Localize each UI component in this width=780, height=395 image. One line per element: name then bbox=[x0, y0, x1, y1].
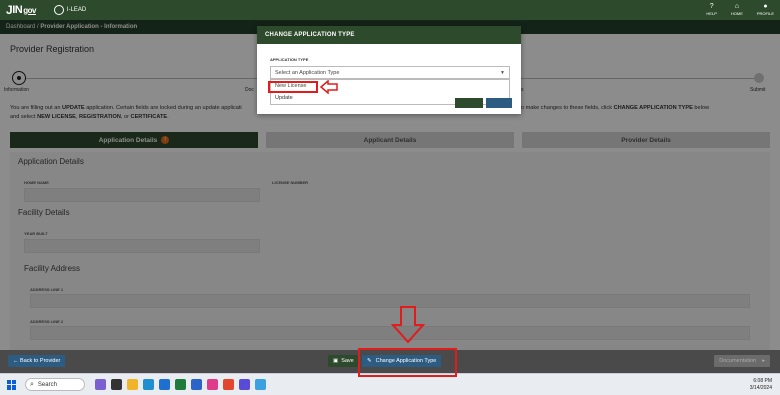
profile-label: PROFILE bbox=[756, 11, 774, 16]
save-icon: ▣ bbox=[333, 358, 339, 364]
logo-text: IN bbox=[12, 4, 23, 16]
profile-button[interactable]: ● PROFILE bbox=[757, 2, 774, 16]
modal-confirm-button[interactable] bbox=[455, 98, 483, 108]
task-view-icon[interactable] bbox=[111, 379, 122, 390]
select-placeholder: Select an Application Type bbox=[275, 69, 340, 76]
widgets-app-icon[interactable] bbox=[95, 379, 106, 390]
help-icon: ? bbox=[709, 3, 714, 10]
help-button[interactable]: ? HELP bbox=[706, 2, 716, 16]
home-label: HOME bbox=[730, 11, 743, 16]
profile-icon: ● bbox=[763, 3, 768, 10]
top-header: J IN gov I-LEAD ? HELP ⌂ HOME ● PROFILE bbox=[0, 0, 780, 20]
arrow-left-icon bbox=[320, 80, 338, 94]
ilead-brand[interactable]: I-LEAD bbox=[53, 5, 87, 15]
help-label: HELP bbox=[706, 11, 717, 16]
seal-icon bbox=[53, 5, 64, 15]
logo-gov: gov bbox=[23, 5, 36, 15]
teams-icon[interactable] bbox=[207, 379, 218, 390]
home-button[interactable]: ⌂ HOME bbox=[731, 2, 743, 16]
arrow-down-icon bbox=[391, 306, 425, 344]
highlight-new-license bbox=[268, 81, 318, 93]
chevron-down-icon: ▼ bbox=[500, 70, 505, 76]
save-label: Save bbox=[341, 358, 354, 364]
file-explorer-icon[interactable] bbox=[127, 379, 138, 390]
windows-start-icon[interactable] bbox=[7, 379, 17, 390]
search-icon: ⌕ bbox=[30, 380, 34, 388]
edge-browser-icon[interactable] bbox=[143, 379, 154, 390]
outlook-icon[interactable] bbox=[159, 379, 170, 390]
modal-cancel-button[interactable] bbox=[486, 98, 512, 108]
system-clock[interactable]: 6:08 PM 3/14/2024 bbox=[750, 378, 772, 392]
taskbar-apps bbox=[95, 379, 266, 390]
application-type-select[interactable]: Select an Application Type ▼ bbox=[270, 66, 510, 79]
save-button[interactable]: ▣ Save bbox=[328, 355, 359, 367]
app-icon[interactable] bbox=[239, 379, 250, 390]
snipping-tool-icon[interactable] bbox=[255, 379, 266, 390]
application-type-label: APPLICATION TYPE bbox=[270, 57, 309, 62]
chrome-icon[interactable] bbox=[223, 379, 234, 390]
app-name: I-LEAD bbox=[66, 7, 87, 13]
highlight-change-application-type bbox=[358, 348, 457, 377]
home-icon: ⌂ bbox=[734, 3, 739, 10]
back-to-provider-button[interactable]: ← Back to Provider bbox=[8, 355, 66, 367]
chevron-right-icon: ▸ bbox=[762, 358, 765, 364]
ingov-logo[interactable]: J IN gov bbox=[6, 3, 36, 17]
documentation-button[interactable]: Documentation ▸ bbox=[714, 355, 770, 367]
header-actions: ? HELP ⌂ HOME ● PROFILE bbox=[706, 2, 774, 16]
taskbar-search[interactable]: ⌕ Search bbox=[25, 378, 85, 391]
clock-time: 6:08 PM bbox=[753, 378, 772, 384]
word-icon[interactable] bbox=[191, 379, 202, 390]
clock-date: 3/14/2024 bbox=[749, 385, 772, 391]
excel-icon[interactable] bbox=[175, 379, 186, 390]
taskbar-search-text: Search bbox=[37, 381, 57, 388]
documentation-label: Documentation bbox=[719, 358, 757, 364]
modal-title: CHANGE APPLICATION TYPE bbox=[257, 26, 521, 44]
